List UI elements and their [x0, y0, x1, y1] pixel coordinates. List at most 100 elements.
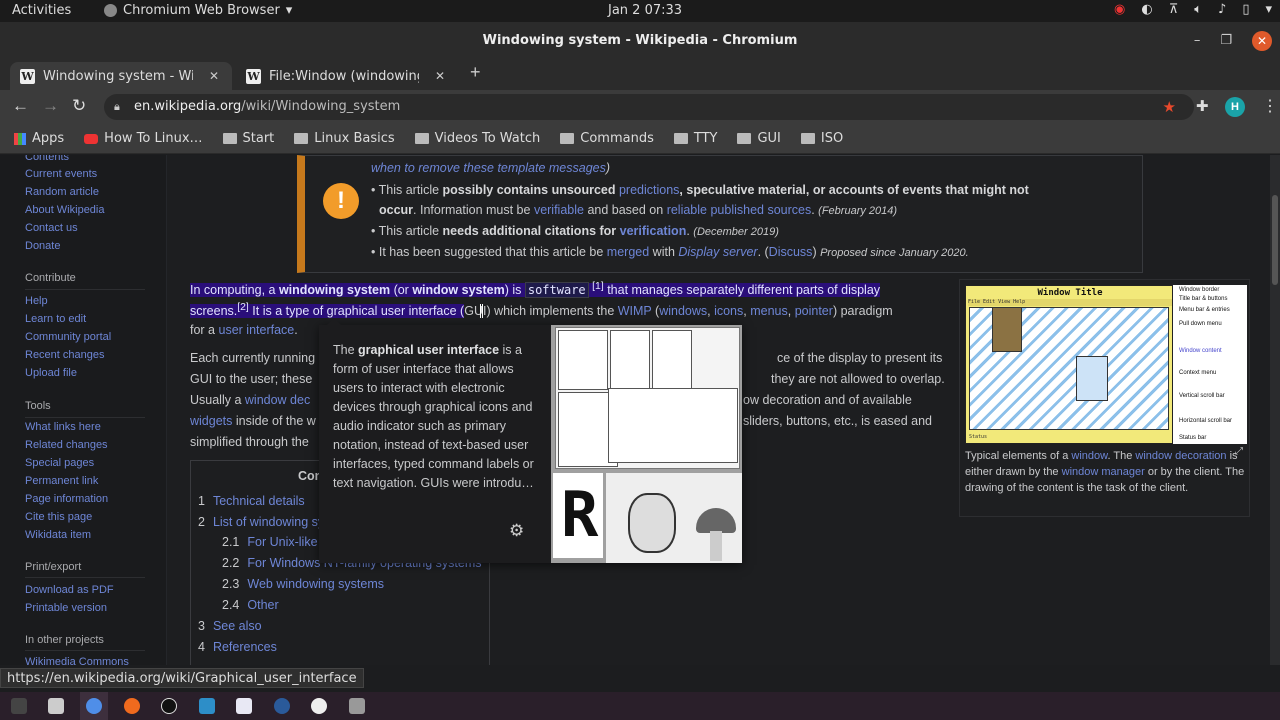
ref-1[interactable]: [1] [592, 281, 604, 292]
chromium-dock-icon[interactable] [86, 698, 102, 714]
microphone-icon[interactable]: ♪ [1218, 2, 1226, 17]
verification-link[interactable]: verification [620, 224, 687, 238]
sidebar-link-upload-file[interactable]: Upload file [25, 367, 77, 379]
toc-item[interactable]: 2.4 Other [222, 598, 279, 612]
window-decoration-link[interactable]: window dec [245, 393, 310, 407]
display-server-link[interactable]: Display server [678, 245, 757, 259]
sidebar-link-download-pdf[interactable]: Download as PDF [25, 584, 114, 596]
activities-button[interactable]: Activities [12, 3, 71, 18]
files-icon[interactable] [48, 698, 64, 714]
bookmark-start[interactable]: Start [222, 131, 274, 146]
steam-icon[interactable] [274, 698, 290, 714]
toc-item[interactable]: 3 See also [198, 619, 262, 633]
icons-link[interactable]: icons [714, 304, 743, 318]
address-bar[interactable]: 🔒︎ en.wikipedia.org/wiki/Windowing_syste… [104, 94, 1194, 120]
vscode-icon[interactable] [311, 698, 327, 714]
terminal-icon[interactable] [11, 698, 27, 714]
verifiable-link[interactable]: verifiable [534, 203, 584, 217]
window-decoration-caption-link[interactable]: window decoration [1135, 450, 1226, 462]
battery-icon[interactable]: ▯ [1242, 2, 1249, 17]
sidebar-link-random-article[interactable]: Random article [25, 186, 99, 198]
steam-tray-icon[interactable]: ◐ [1141, 2, 1152, 17]
sidebar-link-printable-version[interactable]: Printable version [25, 602, 107, 614]
close-tab-icon[interactable]: ✕ [209, 69, 219, 83]
bookmark-linux-basics[interactable]: Linux Basics [294, 131, 395, 146]
sidebar-link-related-changes[interactable]: Related changes [25, 439, 108, 451]
bookmark-star-icon[interactable]: ★ [1163, 94, 1176, 120]
text-editor-icon[interactable] [199, 698, 215, 714]
tab-file-window[interactable]: W File:Window (windowing ✕ [236, 62, 458, 90]
sidebar-link-current-events[interactable]: Current events [25, 168, 97, 180]
reliable-sources-link[interactable]: reliable published sources [667, 203, 812, 217]
window-link[interactable]: window [1071, 450, 1107, 462]
sidebar-link-recent-changes[interactable]: Recent changes [25, 349, 105, 361]
bookmark-how-to-linux[interactable]: How To Linux… [84, 131, 203, 146]
bookmark-apps[interactable]: Apps [14, 131, 64, 146]
bookmark-videos-to-watch[interactable]: Videos To Watch [414, 131, 540, 146]
windows-link[interactable]: windows [659, 304, 707, 318]
sidebar-link-special-pages[interactable]: Special pages [25, 457, 94, 469]
close-tab-icon[interactable]: ✕ [435, 69, 445, 83]
sidebar-link-what-links-here[interactable]: What links here [25, 421, 101, 433]
profile-avatar[interactable]: H [1225, 97, 1245, 117]
toc-item[interactable]: 4 References [198, 640, 277, 654]
template-removal-link[interactable]: when to remove these template messages [371, 161, 606, 175]
sidebar-link-contents[interactable]: Contents [25, 155, 69, 163]
bookmark-tty[interactable]: TTY [673, 131, 717, 146]
wimp-link[interactable]: WIMP [618, 304, 652, 318]
predictions-link[interactable]: predictions [619, 183, 679, 197]
sidebar-link-about[interactable]: About Wikipedia [25, 204, 105, 216]
sidebar-link-help[interactable]: Help [25, 295, 48, 307]
popup-extract[interactable]: The graphical user interface is a form o… [333, 341, 543, 493]
sidebar-link-learn-to-edit[interactable]: Learn to edit [25, 313, 86, 325]
system-menu-chevron-icon[interactable]: ▾ [1265, 2, 1272, 17]
ref-2[interactable]: [2] [237, 302, 249, 313]
firefox-icon[interactable] [124, 698, 140, 714]
bookmark-commands[interactable]: Commands [560, 131, 654, 146]
toc-item[interactable]: 2.1 For Unix-like [222, 535, 318, 549]
extensions-puzzle-icon[interactable]: ✚ [1196, 97, 1209, 115]
toc-item[interactable]: 2.3 Web windowing systems [222, 577, 384, 591]
window-manager-link[interactable]: window manager [1062, 466, 1145, 478]
page-scrollbar[interactable] [1270, 155, 1280, 665]
scrollbar-thumb[interactable] [1272, 195, 1278, 285]
maximize-button[interactable]: ❐ [1220, 31, 1232, 51]
menu-kebab-icon[interactable]: ⋮ [1262, 96, 1278, 116]
sidebar-link-page-information[interactable]: Page information [25, 493, 108, 505]
recording-icon[interactable]: ◉ [1114, 2, 1125, 17]
forward-button[interactable]: → [42, 96, 59, 116]
popup-thumbnail-image[interactable]: R [551, 325, 742, 563]
window-diagram-image[interactable]: Window Title File Edit View Help Status … [965, 285, 1247, 444]
sidebar-link-wikimedia-commons[interactable]: Wikimedia Commons [25, 656, 129, 665]
user-interface-link[interactable]: user interface [219, 323, 295, 337]
sidebar-link-permanent-link[interactable]: Permanent link [25, 475, 98, 487]
sidebar-link-community-portal[interactable]: Community portal [25, 331, 111, 343]
network-icon[interactable]: ⊼ [1169, 2, 1179, 17]
bookmark-gui[interactable]: GUI [737, 131, 781, 146]
menus-link[interactable]: menus [750, 304, 788, 318]
link-preview-popup[interactable]: The graphical user interface is a form o… [319, 318, 742, 563]
sidebar-link-cite-this-page[interactable]: Cite this page [25, 511, 92, 523]
toc-item[interactable]: 1 Technical details [198, 494, 305, 508]
merged-link[interactable]: merged [607, 245, 649, 259]
minimize-button[interactable]: – [1194, 31, 1201, 51]
volume-icon[interactable]: 🔈︎ [1194, 2, 1202, 17]
clock[interactable]: Jan 2 07:33 [608, 3, 682, 18]
sidebar-link-wikidata-item[interactable]: Wikidata item [25, 529, 91, 541]
sidebar-link-donate[interactable]: Donate [25, 240, 60, 252]
trash-icon[interactable] [349, 698, 365, 714]
sidebar-link-contact[interactable]: Contact us [25, 222, 78, 234]
bookmark-iso[interactable]: ISO [800, 131, 843, 146]
pointer-link[interactable]: pointer [795, 304, 833, 318]
reload-button[interactable]: ↻ [72, 96, 86, 116]
back-button[interactable]: ← [12, 96, 29, 116]
tab-windowing-system[interactable]: W Windowing system - Wiki ✕ [10, 62, 232, 90]
close-window-button[interactable]: ✕ [1252, 31, 1272, 51]
lock-icon[interactable]: 🔒︎ [114, 94, 120, 120]
system-tray[interactable]: ◉ ◐ ⊼ 🔈︎ ♪ ▯ ▾ [1114, 2, 1272, 17]
widgets-link[interactable]: widgets [190, 414, 232, 428]
notes-icon[interactable] [236, 698, 252, 714]
gear-icon[interactable]: ⚙ [509, 521, 524, 541]
app-menu[interactable]: Chromium Web Browser ▾ [104, 3, 292, 18]
discuss-link[interactable]: Discuss [769, 245, 813, 259]
